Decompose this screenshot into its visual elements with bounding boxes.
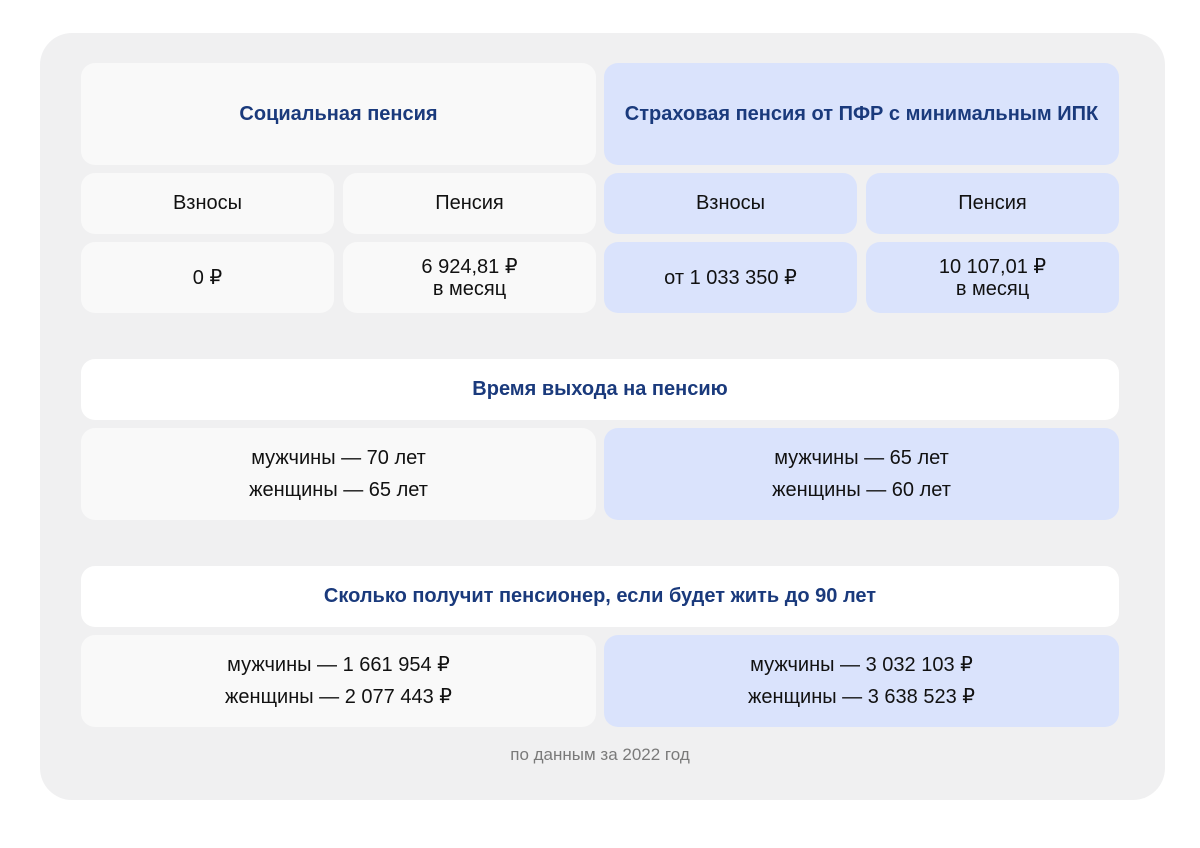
insurance-pension-label: Пенсия xyxy=(958,192,1027,214)
insurance-contributions-label: Взносы xyxy=(695,192,766,214)
retirement-age-header: Время выхода на пенсию xyxy=(81,359,1119,420)
insurance-retirement-age-cell: мужчины — 65 лет женщины — 60 лет xyxy=(604,428,1119,520)
social-retirement-age-cell: мужчины — 70 лет женщины — 65 лет xyxy=(81,428,596,520)
social-total-received-men: мужчины — 1 661 954 ₽ xyxy=(227,654,450,676)
social-contributions-label-cell: Взносы xyxy=(81,173,334,234)
social-contributions-value: 0 ₽ xyxy=(192,266,223,289)
insurance-pension-label-cell: Пенсия xyxy=(866,173,1119,234)
social-pension-value-cell: 6 924,81 ₽ в месяц xyxy=(343,242,596,313)
total-received-header: Сколько получит пенсионер, если будет жи… xyxy=(81,566,1119,627)
social-retirement-age-women: женщины — 65 лет xyxy=(249,479,428,501)
social-pension-label: Пенсия xyxy=(435,192,504,214)
insurance-contributions-value-cell: от 1 033 350 ₽ xyxy=(604,242,857,313)
social-total-received-women: женщины — 2 077 443 ₽ xyxy=(225,686,452,708)
social-retirement-age-men: мужчины — 70 лет xyxy=(251,447,426,469)
insurance-total-received-women: женщины — 3 638 523 ₽ xyxy=(748,686,975,708)
insurance-contributions-label-cell: Взносы xyxy=(604,173,857,234)
social-pension-label-cell: Пенсия xyxy=(343,173,596,234)
social-total-received-cell: мужчины — 1 661 954 ₽ женщины — 2 077 44… xyxy=(81,635,596,727)
total-received-title: Сколько получит пенсионер, если будет жи… xyxy=(323,585,877,607)
social-contributions-value-cell: 0 ₽ xyxy=(81,242,334,313)
insurance-retirement-age-men: мужчины — 65 лет xyxy=(774,447,949,469)
insurance-pension-value: 10 107,01 ₽ xyxy=(938,255,1047,278)
insurance-total-received-cell: мужчины — 3 032 103 ₽ женщины — 3 638 52… xyxy=(604,635,1119,727)
insurance-pension-period: в месяц xyxy=(955,277,1030,300)
insurance-pension-title: Страховая пенсия от ПФР с минимальным ИП… xyxy=(624,102,1099,125)
retirement-age-title: Время выхода на пенсию xyxy=(472,378,728,400)
social-pension-value: 6 924,81 ₽ xyxy=(421,255,518,278)
social-contributions-label: Взносы xyxy=(172,192,243,214)
source-footnote: по данным за 2022 год xyxy=(510,745,690,764)
insurance-retirement-age-women: женщины — 60 лет xyxy=(772,479,951,501)
insurance-total-received-men: мужчины — 3 032 103 ₽ xyxy=(750,654,973,676)
insurance-pension-value-cell: 10 107,01 ₽ в месяц xyxy=(866,242,1119,313)
social-pension-title: Социальная пенсия xyxy=(239,102,438,125)
insurance-contributions-value: от 1 033 350 ₽ xyxy=(664,266,797,289)
social-pension-header: Социальная пенсия xyxy=(81,63,596,165)
social-pension-period: в месяц xyxy=(432,277,507,300)
insurance-pension-header: Страховая пенсия от ПФР с минимальным ИП… xyxy=(604,63,1119,165)
